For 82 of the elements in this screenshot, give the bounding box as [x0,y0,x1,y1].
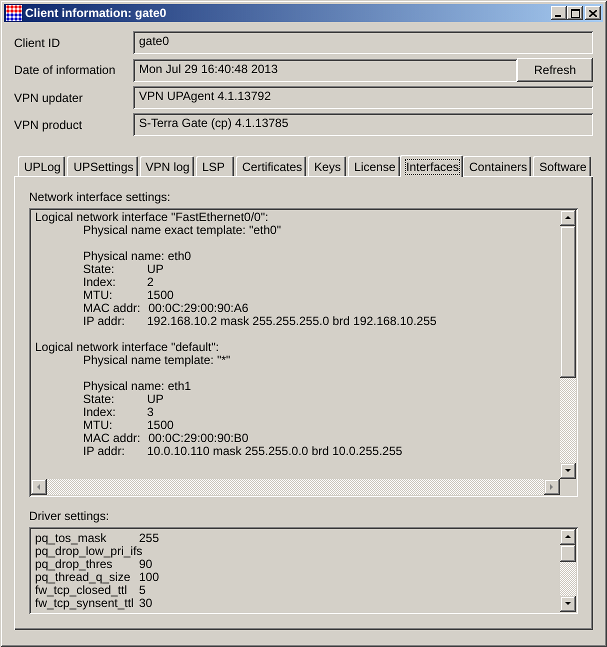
field-value: 1500 [147,418,174,432]
scroll-up-button[interactable] [560,529,576,545]
tab[interactable]: UPSettings [67,156,138,176]
text-field[interactable]: VPN UPAgent 4.1.13792 [133,86,593,109]
text-line: Physical name template: "*" [82,354,232,367]
field-name: Index: [83,276,117,289]
minimize-button[interactable] [551,6,567,20]
field-value: 00:0C:29:00:90:A6 [148,301,248,315]
setting-name: fw_tcp_closed_ttl [35,584,128,597]
text-line: Logical network interface "default": [35,341,220,354]
tab[interactable]: Certificates [236,156,306,176]
field-name: State: [83,393,114,406]
scroll-thumb[interactable] [560,545,576,562]
text-line: Physical name exact template: "eth0" [82,224,282,237]
setting-name: pq_thread_q_size [35,571,132,584]
scroll-down-button[interactable] [560,596,576,612]
down-arrow-icon [564,467,572,475]
tab[interactable]: License [348,156,400,176]
tab[interactable]: Interfaces [400,155,464,177]
setting-name: pq_drop_low_pri_ifs [35,545,142,558]
down-arrow-icon [564,600,572,608]
field-label: VPN product [14,118,84,132]
maximize-icon [570,8,580,18]
tab[interactable]: UPLog [18,156,66,176]
field-value: 1500 [147,288,174,302]
window-title: Client information: gate0 [25,6,168,20]
field-name: MAC addr: [83,432,140,445]
field-name: Index: [83,406,117,419]
field-name: MTU: [83,289,114,302]
field-value: 00:0C:29:00:90:B0 [148,431,248,445]
text-line: Logical network interface "FastEthernet0/0": [35,211,270,224]
field-value: UP [147,262,164,276]
field-name: State: [83,263,114,276]
field-value: 3 [147,405,154,419]
field-name: MAC addr: [83,302,140,315]
app-icon [6,5,22,21]
scroll-left-button[interactable] [31,479,47,495]
field-name: IP addr: [83,445,126,458]
field-name: MTU: [83,419,114,432]
scroll-right-button[interactable] [544,479,560,495]
setting-value: 100 [139,570,160,584]
text-field[interactable]: S-Terra Gate (cp) 4.1.13785 [133,113,593,136]
vertical-scrollbar[interactable] [560,210,576,479]
tab[interactable]: VPN log [140,156,194,176]
field-label: Date of information [14,63,116,77]
refresh-button[interactable]: Refresh [517,58,593,82]
text-line: Physical name: eth0 [82,250,192,263]
setting-name: fw_tcp_synsent_ttl [35,597,135,610]
field-label: VPN updater [14,90,84,104]
tab[interactable]: LSP [196,156,234,176]
tab[interactable]: Keys [308,156,346,176]
text-field[interactable]: Mon Jul 29 16:40:48 2013 [133,58,517,82]
field-label: Client ID [14,36,62,50]
field-value: 192.168.10.2 mask 255.255.255.0 brd 192.168.10.255 [147,314,437,328]
up-arrow-icon [564,214,572,222]
setting-value: 90 [139,557,152,571]
field-value: UP [147,392,164,406]
maximize-button[interactable] [567,6,583,20]
setting-name: pq_tos_mask [35,532,108,545]
field-name: IP addr: [83,315,126,328]
tab[interactable]: Containers [463,156,532,176]
right-arrow-icon [548,483,556,491]
setting-value: 5 [139,583,146,597]
close-icon [589,10,597,16]
text-line: Physical name: eth1 [82,380,192,393]
text-field[interactable]: gate0 [133,31,593,54]
close-button[interactable] [585,6,601,20]
setting-name: pq_drop_thres [35,558,112,571]
setting-value: 30 [139,596,152,610]
horizontal-scrollbar[interactable] [31,479,560,495]
field-value: 10.0.10.110 mask 255.255.0.0 brd 10.0.255.255 [147,444,402,458]
section-label: Driver settings: [29,509,110,523]
section-label: Network interface settings: [29,190,172,204]
field-value: 2 [147,275,154,289]
tab[interactable]: Software [533,156,592,176]
left-arrow-icon [35,483,43,491]
scroll-thumb[interactable] [560,226,576,378]
setting-value: 255 [139,531,160,545]
scroll-up-button[interactable] [560,210,576,226]
vertical-scrollbar[interactable] [560,529,576,612]
up-arrow-icon [564,533,572,541]
scroll-down-button[interactable] [560,463,576,479]
